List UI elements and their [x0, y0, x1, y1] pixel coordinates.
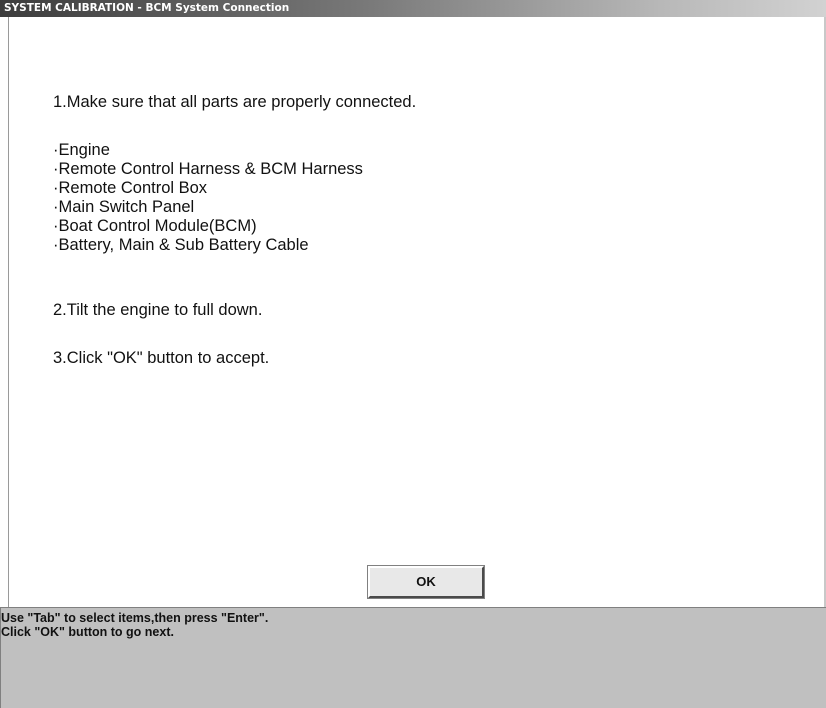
- parts-list-item: ·Battery, Main & Sub Battery Cable: [53, 236, 309, 254]
- status-help-panel: Use "Tab" to select items,then press "En…: [0, 607, 826, 708]
- ok-button[interactable]: OK: [367, 565, 485, 599]
- parts-list: ·Engine ·Remote Control Harness & BCM Ha…: [53, 141, 363, 255]
- window-title: SYSTEM CALIBRATION - BCM System Connecti…: [0, 0, 826, 17]
- status-panel-border: [0, 608, 1, 708]
- parts-list-item: ·Boat Control Module(BCM): [53, 217, 257, 235]
- status-help-line-2: Click "OK" button to go next.: [1, 625, 174, 639]
- parts-list-item: ·Main Switch Panel: [53, 198, 195, 216]
- parts-list-item: ·Remote Control Harness & BCM Harness: [53, 160, 363, 178]
- calibration-window: SYSTEM CALIBRATION - BCM System Connecti…: [0, 0, 826, 708]
- instruction-step-1: 1.Make sure that all parts are properly …: [53, 93, 417, 111]
- content-area: 1.Make sure that all parts are properly …: [9, 17, 824, 608]
- parts-list-item: ·Remote Control Box: [53, 179, 208, 197]
- status-help-line-1: Use "Tab" to select items,then press "En…: [1, 611, 269, 625]
- instruction-step-2: 2.Tilt the engine to full down.: [53, 301, 263, 319]
- parts-list-item: ·Engine: [53, 141, 110, 159]
- instruction-step-3: 3.Click "OK" button to accept.: [53, 349, 270, 367]
